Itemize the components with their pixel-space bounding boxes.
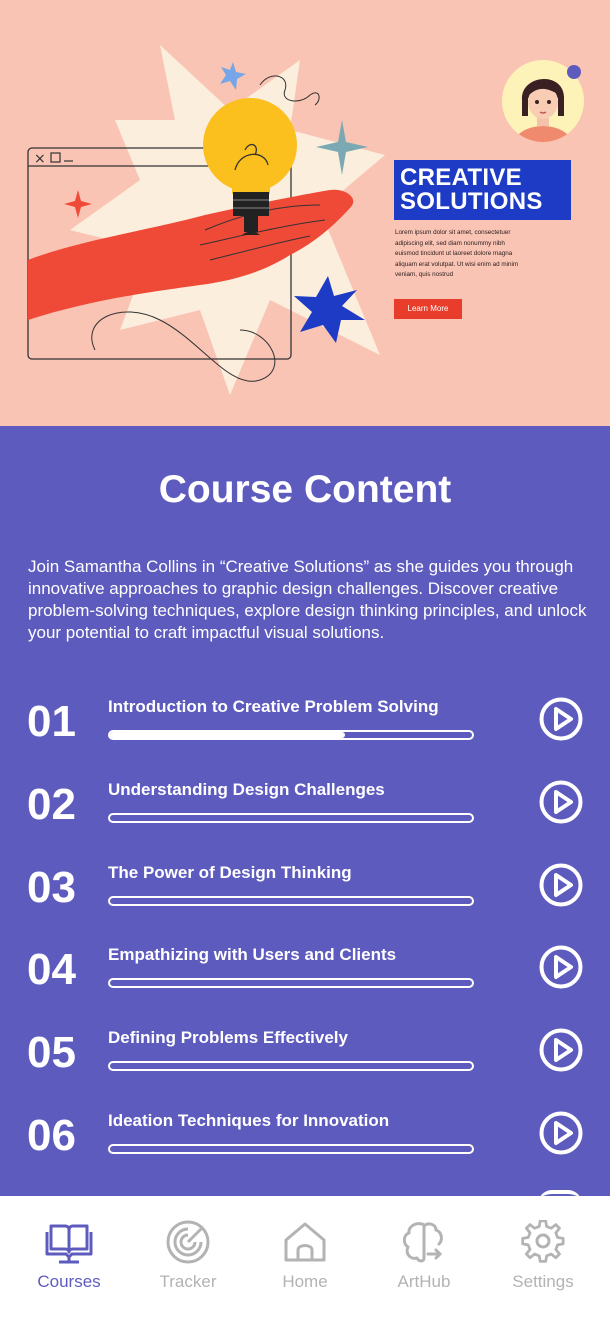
svg-text:×: × [34,151,46,167]
lesson-number: 05 [27,1028,76,1078]
hero-headline: CREATIVE SOLUTIONS [394,160,571,220]
lesson-title: Ideation Techniques for Innovation [108,1111,390,1130]
online-status-dot [567,65,581,79]
nav-tracker-label: Tracker [159,1272,217,1291]
lesson-progress-bar [108,895,474,906]
nav-settings[interactable]: Settings [488,1220,598,1292]
lesson-progress-bar [108,1061,474,1072]
play-icon[interactable] [539,697,583,741]
lesson-row[interactable]: 01 Introduction to Creative Problem Solvi… [0,697,610,779]
lesson-row[interactable]: 02 Understanding Design Challenges [0,780,610,862]
lesson-row[interactable]: 04 Empathizing with Users and Clients [0,945,610,1027]
play-icon[interactable] [539,780,583,824]
play-icon[interactable] [539,945,583,989]
lesson-number: 03 [27,862,76,912]
lesson-row[interactable]: 06 Ideation Techniques for Innovation [0,1111,610,1193]
red-sparkle-shape [64,190,92,218]
lesson-number: 02 [27,779,76,829]
lesson-progress-bar [108,1144,474,1154]
brain-icon [402,1222,443,1263]
lesson-title: The Power of Design Thinking [108,862,352,882]
lesson-number: 06 [27,1111,76,1160]
lesson-title: Defining Problems Effectively [108,1028,348,1048]
lesson-row[interactable]: 05 Defining Problems Effectively [0,1028,610,1110]
gear-icon [521,1220,565,1263]
play-icon[interactable] [539,1111,583,1155]
nav-courses[interactable]: Courses [14,1220,124,1292]
lesson-title: Introduction to Creative Problem Solving [108,697,439,716]
lesson-row[interactable]: 03 The Power of Design Thinking [0,863,610,945]
light-blue-star-shape [220,62,246,90]
hero-body-text: Lorem ipsum dolor sit amet, consectetuer… [395,229,519,278]
lesson-number: 01 [27,697,76,746]
target-icon [166,1220,210,1264]
nav-arthub-label: ArtHub [397,1272,451,1291]
lesson-progress-bar [108,730,474,740]
book-icon [45,1224,93,1264]
nav-courses-label: Courses [37,1272,101,1291]
hero-headline-line2: SOLUTIONS [400,188,543,215]
page-title: Course Content [158,468,452,511]
nav-tracker[interactable]: Tracker [133,1220,243,1292]
hero-banner: × CREATIVE SOLUTIONS Lorem ipsum dolor s… [0,0,610,426]
play-icon[interactable] [539,1028,583,1072]
bottom-nav: Courses Tracker Home ArtHub Settings [0,1196,610,1324]
nav-home-label: Home [282,1272,328,1291]
lesson-number: 04 [27,945,76,995]
home-icon [284,1222,326,1262]
hero-headline-line1: CREATIVE [400,164,522,191]
lesson-title: Understanding Design Challenges [108,779,385,799]
nav-settings-label: Settings [512,1272,574,1291]
lesson-progress-bar [108,812,474,823]
lesson-title: Empathizing with Users and Clients [108,945,397,965]
play-icon[interactable] [539,863,583,907]
lesson-progress-fill [110,732,346,738]
learn-more-button[interactable]: Learn More [394,299,462,319]
course-description: Join Samantha Collins in “Creative Solut… [28,557,587,642]
nav-arthub[interactable]: ArtHub [369,1220,479,1292]
nav-home[interactable]: Home [250,1220,360,1292]
lesson-progress-bar [108,978,474,989]
